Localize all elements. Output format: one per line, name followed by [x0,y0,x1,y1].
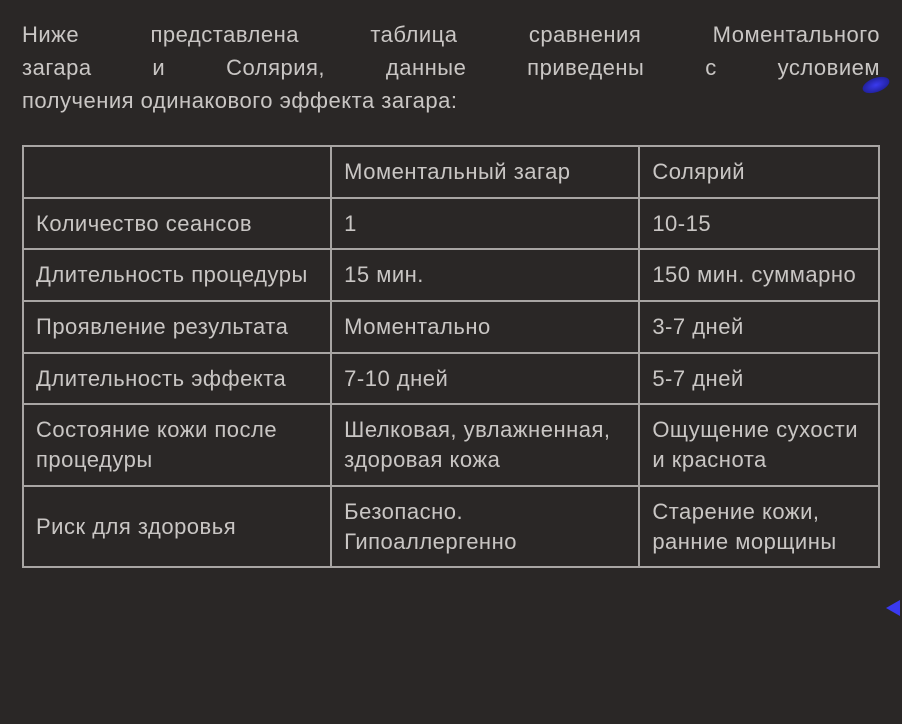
intro-line-1: Ниже представлена таблица сравнения Моме… [22,18,880,51]
intro-paragraph: Ниже представлена таблица сравнения Моме… [22,18,880,117]
row-label: Длительность эффекта [23,353,331,405]
row-label: Проявление результата [23,301,331,353]
table-row: Состояние кожи после процедуры Шелковая,… [23,404,879,485]
scroll-arrow-icon [886,600,900,616]
cell-value: Шелковая, увлажненная, здоровая кожа [331,404,639,485]
header-solarium: Солярий [639,146,879,198]
cell-value: Безопасно. Гипоаллергенно [331,486,639,567]
row-label: Состояние кожи после процедуры [23,404,331,485]
table-row: Количество сеансов 1 10-15 [23,198,879,250]
intro-line-3: получения одинакового эффекта загара: [22,84,880,117]
table-row: Риск для здоровья Безопасно. Гипоаллерге… [23,486,879,567]
cell-value: 3-7 дней [639,301,879,353]
header-instant-tan: Моментальный загар [331,146,639,198]
table-header-row: Моментальный загар Солярий [23,146,879,198]
table-row: Длительность процедуры 15 мин. 150 мин. … [23,249,879,301]
cell-value: 10-15 [639,198,879,250]
row-label: Количество сеансов [23,198,331,250]
table-row: Длительность эффекта 7-10 дней 5-7 дней [23,353,879,405]
row-label: Длительность процедуры [23,249,331,301]
intro-line-2: загара и Солярия, данные приведены с усл… [22,51,880,84]
cell-value: 7-10 дней [331,353,639,405]
cell-value: Ощущение сухости и краснота [639,404,879,485]
cell-value: 150 мин. суммарно [639,249,879,301]
header-empty [23,146,331,198]
cell-value: 1 [331,198,639,250]
comparison-table: Моментальный загар Солярий Количество се… [22,145,880,568]
cell-value: 5-7 дней [639,353,879,405]
cell-value: Моментально [331,301,639,353]
cell-value: Старение кожи, ранние морщины [639,486,879,567]
table-row: Проявление результата Моментально 3-7 дн… [23,301,879,353]
cell-value: 15 мин. [331,249,639,301]
row-label: Риск для здоровья [23,486,331,567]
